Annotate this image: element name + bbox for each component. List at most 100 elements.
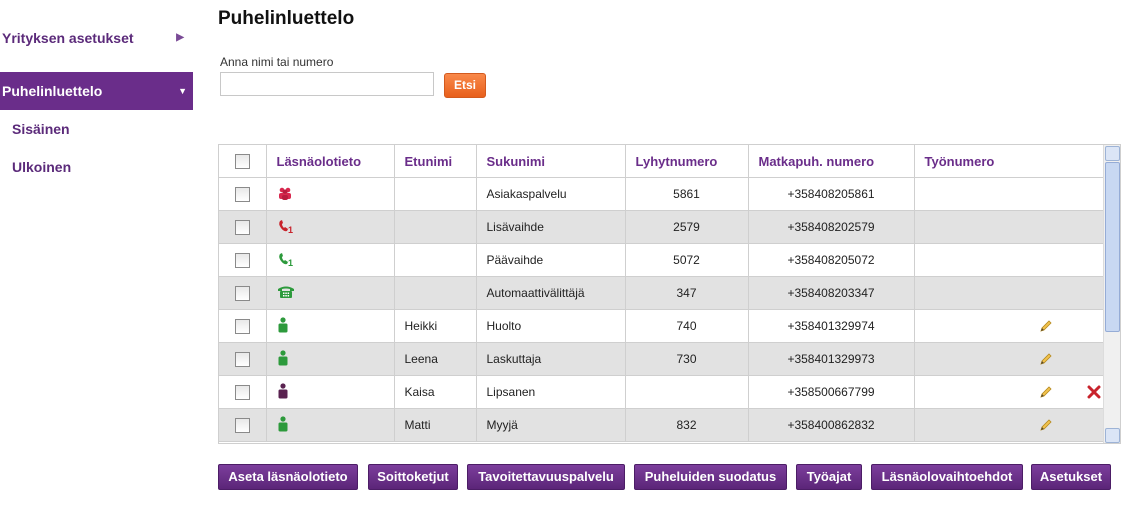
set-presence-button[interactable]: Aseta läsnäolotieto [218, 464, 358, 490]
worknumber-cell [914, 177, 1104, 211]
table-scrollbar[interactable] [1103, 145, 1120, 443]
worknumber-cell [914, 309, 1104, 343]
shortnumber-cell: 5072 [625, 243, 749, 277]
person-icon [278, 415, 287, 431]
row-checkbox[interactable] [219, 342, 267, 376]
row-checkbox[interactable] [219, 177, 267, 211]
presence-cell [266, 276, 395, 310]
col-header-lastname[interactable]: Sukunimi [476, 145, 626, 178]
col-header-worknumber[interactable]: Työnumero [914, 145, 1104, 178]
presence-options-button[interactable]: Läsnäolovaihtoehdot [871, 464, 1023, 490]
presence-cell: 1 [266, 210, 395, 244]
sidebar-item-phonebook[interactable]: Puhelinluettelo ▼ [0, 72, 193, 110]
worknumber-cell [914, 342, 1104, 376]
pencil-icon[interactable] [1039, 385, 1053, 399]
col-header-mobile[interactable]: Matkapuh. numero [748, 145, 915, 178]
lastname-cell: Lisävaihde [476, 210, 626, 244]
presence-cell [266, 408, 395, 442]
col-header-firstname[interactable]: Etunimi [394, 145, 477, 178]
person-icon [278, 349, 287, 365]
lastname-cell: Asiakaspalvelu [476, 177, 626, 211]
presence-cell [266, 342, 395, 376]
call-filtering-button[interactable]: Puheluiden suodatus [634, 464, 787, 490]
svg-text:1: 1 [288, 258, 293, 267]
firstname-cell: Leena [394, 342, 477, 376]
pencil-icon[interactable] [1039, 352, 1053, 366]
presence-cell [266, 309, 395, 343]
lastname-cell: Laskuttaja [476, 342, 626, 376]
scroll-up-icon[interactable] [1105, 146, 1120, 161]
sidebar-item-label: Puhelinluettelo [2, 83, 103, 99]
delete-icon[interactable] [1087, 385, 1101, 399]
group-icon [278, 187, 291, 200]
search-input[interactable] [220, 72, 434, 96]
phone-available-icon: 1 [278, 252, 293, 268]
sidebar-item-internal[interactable]: Sisäinen [12, 121, 70, 137]
firstname-cell [394, 276, 477, 310]
worknumber-cell [914, 375, 1104, 409]
worknumber-cell [914, 210, 1104, 244]
person-icon [278, 382, 287, 398]
mobile-cell: +358408203347 [748, 276, 915, 310]
row-checkbox[interactable] [219, 243, 267, 277]
worknumber-cell [914, 276, 1104, 310]
firstname-cell [394, 210, 477, 244]
shortnumber-cell: 5861 [625, 177, 749, 211]
scroll-down-icon[interactable] [1105, 428, 1120, 443]
work-hours-button[interactable]: Työajat [796, 464, 862, 490]
lastname-cell: Automaattivälittäjä [476, 276, 626, 310]
lastname-cell: Myyjä [476, 408, 626, 442]
table-row[interactable]: Leena Laskuttaja 730 +358401329973 [219, 342, 1104, 376]
pencil-icon[interactable] [1039, 319, 1053, 333]
mobile-cell: +358401329974 [748, 309, 915, 343]
shortnumber-cell [625, 375, 749, 409]
row-checkbox[interactable] [219, 375, 267, 409]
worknumber-cell [914, 408, 1104, 442]
firstname-cell: Matti [394, 408, 477, 442]
mobile-cell: +358408205861 [748, 177, 915, 211]
lastname-cell: Huolto [476, 309, 626, 343]
shortnumber-cell: 730 [625, 342, 749, 376]
firstname-cell [394, 243, 477, 277]
table-header-row: Läsnäolotieto Etunimi Sukunimi Lyhytnume… [219, 145, 1104, 178]
table-row[interactable]: 1 Päävaihde 5072 +358408205072 [219, 243, 1104, 277]
col-header-shortnumber[interactable]: Lyhytnumero [625, 145, 749, 178]
svg-text:1: 1 [288, 225, 293, 234]
telephone-icon [277, 286, 294, 298]
chevron-right-icon: ▶ [176, 32, 184, 43]
presence-cell [266, 177, 395, 211]
table-row[interactable]: Asiakaspalvelu 5861 +358408205861 [219, 177, 1104, 211]
presence-cell: 1 [266, 243, 395, 277]
person-icon [278, 316, 287, 332]
table-row[interactable]: Matti Myyjä 832 +358400862832 [219, 408, 1104, 442]
firstname-cell: Kaisa [394, 375, 477, 409]
call-chains-button[interactable]: Soittoketjut [368, 464, 458, 490]
row-checkbox[interactable] [219, 408, 267, 442]
pencil-icon[interactable] [1039, 418, 1053, 432]
mobile-cell: +358400862832 [748, 408, 915, 442]
availability-service-button[interactable]: Tavoitettavuuspalvelu [467, 464, 625, 490]
table-row[interactable]: Heikki Huolto 740 +358401329974 [219, 309, 1104, 343]
row-checkbox[interactable] [219, 276, 267, 310]
row-checkbox[interactable] [219, 309, 267, 343]
sidebar-item-company-settings[interactable]: Yrityksen asetukset ▶ [2, 28, 188, 48]
mobile-cell: +358401329973 [748, 342, 915, 376]
scrollbar-thumb[interactable] [1105, 162, 1120, 332]
lastname-cell: Lipsanen [476, 375, 626, 409]
search-button[interactable]: Etsi [444, 73, 486, 98]
col-header-presence[interactable]: Läsnäolotieto [266, 145, 395, 178]
table-row[interactable]: 1 Lisävaihde 2579 +358408202579 [219, 210, 1104, 244]
sidebar: Yrityksen asetukset ▶ Puhelinluettelo ▼ … [0, 0, 193, 529]
sidebar-item-external[interactable]: Ulkoinen [12, 159, 71, 175]
table-row[interactable]: Automaattivälittäjä 347 +358408203347 [219, 276, 1104, 310]
select-all-checkbox[interactable] [219, 145, 267, 178]
settings-button[interactable]: Asetukset [1031, 464, 1111, 490]
table-row[interactable]: Kaisa Lipsanen +358500667799 [219, 375, 1104, 409]
phone-busy-icon: 1 [278, 219, 293, 235]
shortnumber-cell: 2579 [625, 210, 749, 244]
worknumber-cell [914, 243, 1104, 277]
mobile-cell: +358500667799 [748, 375, 915, 409]
presence-cell [266, 375, 395, 409]
row-checkbox[interactable] [219, 210, 267, 244]
page-title: Puhelinluettelo [218, 8, 355, 29]
